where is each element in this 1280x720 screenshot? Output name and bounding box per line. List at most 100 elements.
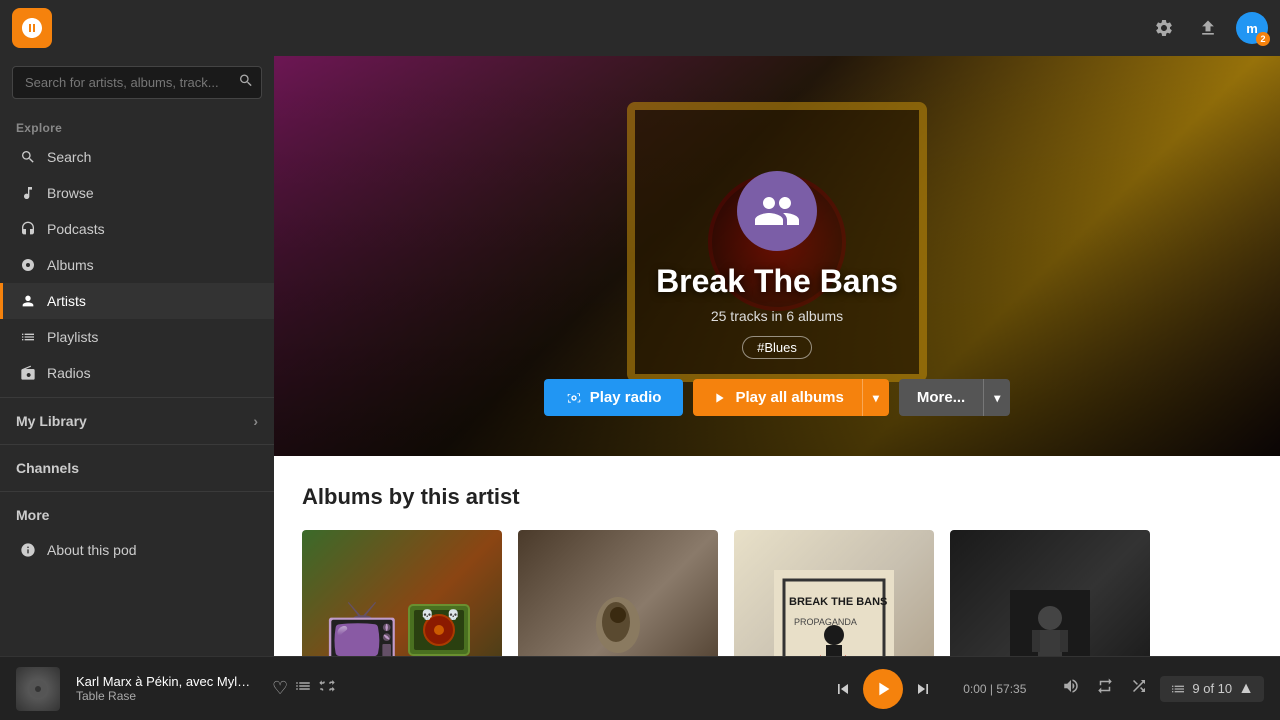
- previous-button[interactable]: [827, 673, 859, 705]
- album-card[interactable]: 💀 💀 ▶: [302, 530, 502, 656]
- player-info: Karl Marx à Pékin, avec Mylène Gaulard T…: [76, 674, 256, 703]
- favorite-button[interactable]: ♡: [272, 678, 288, 699]
- queue-expand-icon: ▲: [1238, 680, 1254, 698]
- sidebar-item-podcasts[interactable]: Podcasts: [0, 211, 274, 247]
- sidebar-more-label: More: [0, 498, 274, 532]
- user-avatar[interactable]: m 2: [1236, 12, 1268, 44]
- search-submit-button[interactable]: [238, 72, 254, 93]
- sidebar-item-label: About this pod: [47, 542, 137, 558]
- album-thumbnail: 💀 💀 ▶: [302, 530, 502, 656]
- queue-count: 9 of 10: [1192, 681, 1232, 696]
- play-all-main[interactable]: Play all albums: [693, 379, 862, 416]
- random-button[interactable]: [1126, 673, 1152, 704]
- artists-icon: [19, 292, 37, 310]
- queue-info[interactable]: 9 of 10 ▲: [1160, 676, 1264, 702]
- album-card[interactable]: ▶: [518, 530, 718, 656]
- volume-button[interactable]: [1058, 673, 1084, 704]
- player-thumb-inner: [16, 667, 60, 711]
- play-all-dropdown-arrow[interactable]: ▾: [863, 381, 889, 415]
- albums-section-title: Albums by this artist: [302, 484, 1252, 510]
- sidebar-item-label: Artists: [47, 293, 86, 309]
- sidebar-channels-label: Channels: [0, 451, 274, 485]
- sidebar-item-albums[interactable]: Albums: [0, 247, 274, 283]
- svg-text:BREAK THE BANS: BREAK THE BANS: [789, 596, 887, 608]
- playlists-icon: [19, 328, 37, 346]
- avatar-badge: 2: [1256, 32, 1270, 46]
- album-thumbnail: ▶: [518, 530, 718, 656]
- upload-icon[interactable]: [1192, 12, 1224, 44]
- content-area: Break The Bans 25 tracks in 6 albums #Bl…: [274, 56, 1280, 656]
- artist-meta: 25 tracks in 6 albums: [711, 308, 843, 324]
- svg-text:💀: 💀: [421, 608, 433, 621]
- sidebar-item-search[interactable]: Search: [0, 139, 274, 175]
- sidebar-item-my-library[interactable]: My Library ›: [0, 404, 274, 438]
- repeat-button[interactable]: [1092, 673, 1118, 704]
- sidebar-item-label: Podcasts: [47, 221, 105, 237]
- play-all-label: Play all albums: [735, 389, 843, 406]
- album-art-3: BREAK THE BANS PROPAGANDA ★ ★: [734, 530, 934, 656]
- album-art-2: [518, 530, 718, 656]
- my-library-label: My Library: [16, 413, 87, 429]
- sidebar-divider: [0, 397, 274, 398]
- album-thumbnail: ▶: [950, 530, 1150, 656]
- info-icon: [19, 541, 37, 559]
- search-box: [12, 66, 262, 99]
- sidebar-item-about[interactable]: About this pod: [0, 532, 274, 568]
- chevron-right-icon: ›: [253, 413, 258, 429]
- player-album-art: [16, 667, 60, 711]
- albums-section: Albums by this artist: [274, 456, 1280, 656]
- player-artist-name: Table Rase: [76, 689, 256, 703]
- album-art-1: 💀 💀: [302, 530, 502, 656]
- play-radio-button[interactable]: Play radio: [544, 379, 684, 416]
- hero-actions: Play radio Play all albums ▾ More...: [544, 379, 1011, 416]
- more-button[interactable]: More... ▾: [899, 379, 1010, 416]
- album-card[interactable]: BREAK THE BANS PROPAGANDA ★ ★ ▶: [734, 530, 934, 656]
- album-card[interactable]: ▶: [950, 530, 1150, 656]
- sidebar-item-label: Browse: [47, 185, 94, 201]
- album-art-4: [950, 530, 1150, 656]
- sidebar-item-radios[interactable]: Radios: [0, 355, 274, 391]
- svg-text:★: ★: [814, 652, 827, 656]
- play-radio-label: Play radio: [590, 389, 662, 406]
- svg-text:★: ★: [839, 652, 852, 656]
- player-right-controls: 9 of 10 ▲: [1058, 673, 1264, 704]
- queue-list-button[interactable]: [294, 677, 312, 700]
- more-dropdown-arrow[interactable]: ▾: [984, 381, 1010, 415]
- sidebar-item-label: Radios: [47, 365, 91, 381]
- player-controls: [827, 669, 939, 709]
- albums-grid: 💀 💀 ▶: [302, 530, 1252, 656]
- settings-icon[interactable]: [1148, 12, 1180, 44]
- svg-text:💀: 💀: [447, 608, 459, 621]
- player-track-name: Karl Marx à Pékin, avec Mylène Gaulard: [76, 674, 256, 689]
- player-bar: Karl Marx à Pékin, avec Mylène Gaulard T…: [0, 656, 1280, 720]
- play-pause-button[interactable]: [863, 669, 903, 709]
- player-left-actions: ♡: [272, 677, 336, 700]
- podcast-icon: [19, 220, 37, 238]
- shuffle-button[interactable]: [318, 677, 336, 700]
- main-layout: Explore Search Browse Podcasts Albums: [0, 56, 1280, 656]
- more-label: More...: [917, 389, 965, 406]
- artist-avatar: [737, 171, 817, 251]
- sidebar: Explore Search Browse Podcasts Albums: [0, 56, 274, 656]
- next-button[interactable]: [907, 673, 939, 705]
- search-icon: [19, 148, 37, 166]
- app-logo[interactable]: [12, 8, 52, 48]
- genre-tag[interactable]: #Blues: [742, 336, 812, 359]
- sidebar-divider-2: [0, 444, 274, 445]
- topbar: m 2: [0, 0, 1280, 56]
- player-time: 0:00 | 57:35: [963, 682, 1026, 696]
- svg-text:PROPAGANDA: PROPAGANDA: [794, 617, 857, 627]
- search-input[interactable]: [12, 66, 262, 99]
- sidebar-item-playlists[interactable]: Playlists: [0, 319, 274, 355]
- albums-icon: [19, 256, 37, 274]
- sidebar-item-label: Albums: [47, 257, 94, 273]
- play-all-albums-button[interactable]: Play all albums ▾: [693, 379, 888, 416]
- album-thumbnail: BREAK THE BANS PROPAGANDA ★ ★ ▶: [734, 530, 934, 656]
- more-main[interactable]: More...: [899, 379, 984, 416]
- sidebar-item-label: Playlists: [47, 329, 98, 345]
- hero-content: Break The Bans 25 tracks in 6 albums #Bl…: [274, 171, 1280, 416]
- sidebar-item-browse[interactable]: Browse: [0, 175, 274, 211]
- radios-icon: [19, 364, 37, 382]
- explore-label: Explore: [0, 109, 274, 139]
- sidebar-item-artists[interactable]: Artists: [0, 283, 274, 319]
